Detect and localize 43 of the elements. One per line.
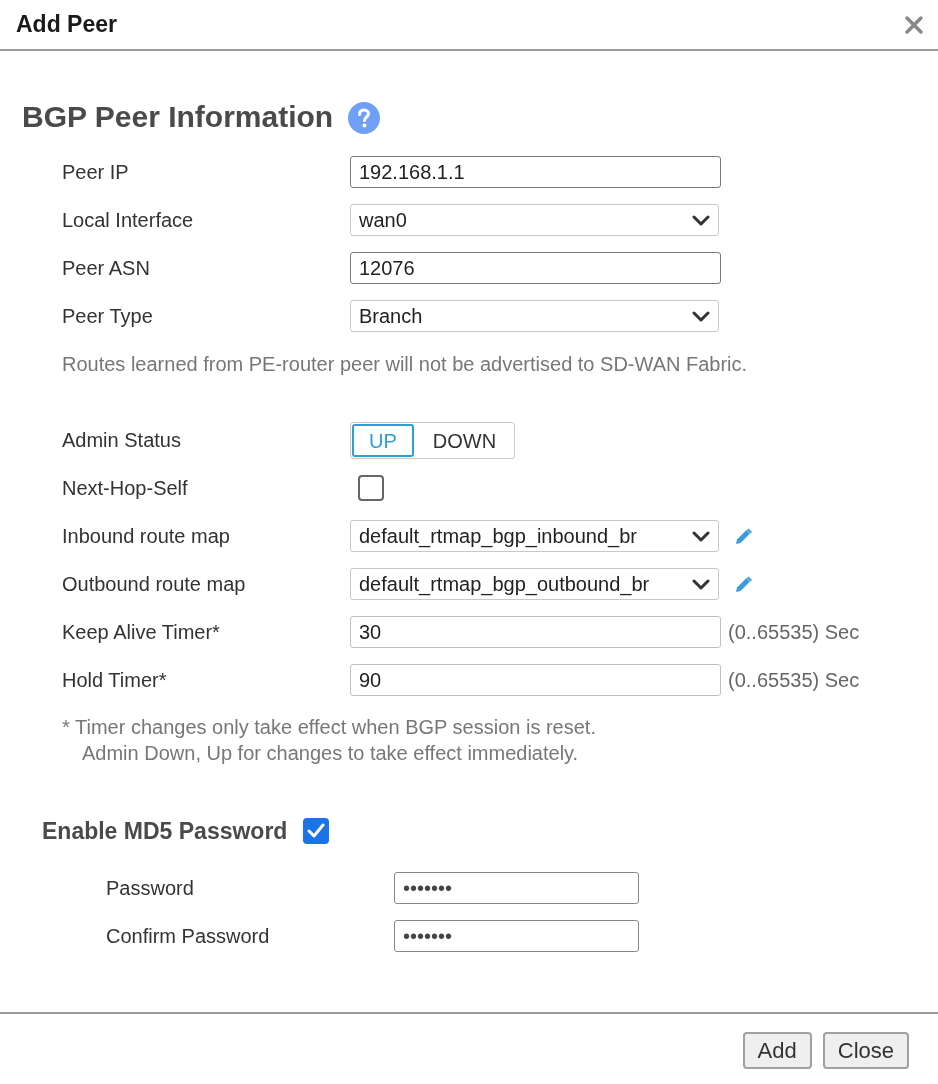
segment-option[interactable]: DOWN — [415, 423, 514, 457]
field-label: Peer IP — [62, 160, 130, 185]
dropdown[interactable]: default_rtmap_bgp_inbound_br — [350, 520, 719, 552]
field-label: Next-Hop-Self — [62, 476, 189, 501]
text-input[interactable]: 90 — [350, 664, 721, 696]
range-hint: (0..65535) Sec — [728, 668, 860, 693]
password-input[interactable]: ••••••• — [394, 920, 639, 952]
chevron-down-icon — [692, 310, 710, 322]
dropdown[interactable]: Branch — [350, 300, 719, 332]
footnote-text: * Timer changes only take effect when BGP session is reset. Admin Down, Up for changes to take effect immediately. — [62, 715, 597, 766]
section-title: BGP Peer Information — [22, 98, 334, 135]
field-label: Hold Timer* — [62, 668, 168, 693]
close-button[interactable] — [904, 14, 924, 35]
field-label: Password — [106, 876, 195, 901]
field-label: Peer Type — [62, 304, 154, 329]
password-input[interactable]: ••••••• — [394, 872, 639, 904]
close-icon — [904, 14, 924, 35]
checkbox[interactable] — [303, 818, 330, 844]
checkbox[interactable] — [358, 475, 384, 501]
text-input[interactable]: 192.168.1.1 — [350, 156, 721, 188]
dialog-button[interactable]: Add — [742, 1032, 812, 1069]
field-label: Inbound route map — [62, 524, 231, 549]
text-input[interactable]: 12076 — [350, 252, 721, 284]
md5-section-title: Enable MD5 Password — [42, 816, 288, 846]
chevron-down-icon — [692, 578, 710, 590]
field-label: Admin Status — [62, 428, 182, 453]
help-icon[interactable] — [348, 102, 381, 134]
dialog-button[interactable]: Close — [822, 1032, 909, 1069]
field-label: Local Interface — [62, 208, 195, 233]
field-label: Outbound route map — [62, 572, 247, 597]
chevron-down-icon — [692, 530, 710, 542]
field-label: Peer ASN — [62, 256, 151, 281]
info-note: Routes learned from PE-router peer will not be advertised to SD-WAN Fabric. — [62, 352, 748, 377]
range-hint: (0..65535) Sec — [728, 620, 860, 645]
dropdown[interactable]: default_rtmap_bgp_outbound_br — [350, 568, 719, 600]
field-label: Confirm Password — [106, 924, 271, 949]
dropdown[interactable]: wan0 — [350, 204, 719, 236]
chevron-down-icon — [692, 214, 710, 226]
pencil-icon[interactable] — [735, 575, 752, 593]
dialog-title: Add Peer — [16, 10, 117, 40]
pencil-icon[interactable] — [735, 527, 752, 545]
text-input[interactable]: 30 — [350, 616, 721, 648]
field-label: Keep Alive Timer* — [62, 620, 221, 645]
